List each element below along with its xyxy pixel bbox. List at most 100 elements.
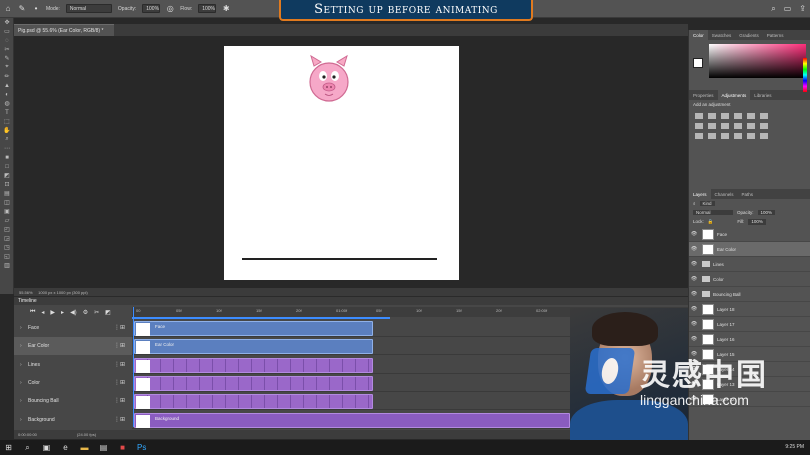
task-view-icon[interactable]: ▣	[42, 443, 51, 452]
home-icon[interactable]: ⌂	[4, 4, 12, 13]
track-options-icon[interactable]: ⋮⊞	[114, 342, 125, 349]
panel-tab-layers[interactable]: Layers	[689, 189, 711, 199]
adjustment-8-icon[interactable]	[721, 123, 729, 129]
layer-row[interactable]: 👁 Layer 18	[689, 302, 810, 317]
hue-slider[interactable]	[803, 58, 807, 92]
layer-row[interactable]: 👁 Layer 17	[689, 317, 810, 332]
brush-preset-icon[interactable]: •	[32, 4, 40, 13]
play-icon[interactable]: ▶	[50, 309, 55, 319]
expand-arrow-icon[interactable]: ›	[20, 417, 22, 423]
adjustment-13-icon[interactable]	[708, 133, 716, 139]
panel-tab-properties[interactable]: Properties	[689, 90, 718, 100]
adjustment-11-icon[interactable]	[760, 123, 768, 129]
expand-arrow-icon[interactable]: ›	[20, 380, 22, 386]
layer-row[interactable]: 👁 Ear Color	[689, 242, 810, 257]
tool-16-icon[interactable]: □	[0, 162, 14, 171]
adjustment-10-icon[interactable]	[747, 123, 755, 129]
store-icon[interactable]: ▤	[99, 443, 108, 452]
flow-field[interactable]: 100%	[198, 4, 217, 13]
tool-15-icon[interactable]: ■	[0, 153, 14, 162]
edge-icon[interactable]: e	[61, 443, 70, 452]
panel-tab-patterns[interactable]: Patterns	[763, 30, 788, 40]
tool-22-icon[interactable]: ▱	[0, 216, 14, 225]
document-tab[interactable]: Pig.psd @ 55.6% (Ear Color, RGB/8) *	[14, 24, 114, 36]
tool-6-icon[interactable]: ✏	[0, 72, 14, 81]
timeline-clip[interactable]	[134, 375, 373, 391]
first-frame-icon[interactable]: ⏮	[30, 309, 35, 319]
settings-gear-icon[interactable]: ⚙	[83, 309, 88, 319]
file-explorer-icon[interactable]: ▬	[80, 443, 89, 452]
tool-4-icon[interactable]: ✎	[0, 54, 14, 63]
mode-dropdown[interactable]: Normal	[65, 4, 112, 13]
visibility-eye-icon[interactable]: 👁	[689, 246, 699, 252]
visibility-eye-icon[interactable]: 👁	[689, 261, 699, 267]
tool-10-icon[interactable]: T	[0, 108, 14, 117]
tool-23-icon[interactable]: ◰	[0, 225, 14, 234]
adjustment-6-icon[interactable]	[695, 123, 703, 129]
tool-12-icon[interactable]: ✋	[0, 126, 14, 135]
layer-row[interactable]: 👁 Bouncing Ball	[689, 287, 810, 302]
opacity-field[interactable]: 100%	[142, 4, 161, 13]
track-options-icon[interactable]: ⋮⊞	[114, 361, 125, 368]
next-frame-icon[interactable]: ▸	[61, 309, 64, 319]
start-icon[interactable]: ⊞	[4, 443, 13, 452]
track-options-icon[interactable]: ⋮⊞	[114, 416, 125, 423]
adjustment-1-icon[interactable]	[708, 113, 716, 119]
track-options-icon[interactable]: ⋮⊞	[114, 324, 125, 331]
zoom-level[interactable]: 55.56%	[19, 290, 33, 295]
tool-8-icon[interactable]: ◐	[0, 90, 14, 99]
layer-fill-field[interactable]: 100%	[748, 219, 766, 225]
tool-7-icon[interactable]: ▲	[0, 81, 14, 90]
adjustment-16-icon[interactable]	[747, 133, 755, 139]
playhead[interactable]	[133, 307, 134, 427]
tool-20-icon[interactable]: ◫	[0, 198, 14, 207]
airbrush-icon[interactable]: ✱	[222, 4, 230, 13]
tool-26-icon[interactable]: ◱	[0, 252, 14, 261]
adjustment-7-icon[interactable]	[708, 123, 716, 129]
visibility-eye-icon[interactable]: 👁	[689, 231, 699, 237]
track-options-icon[interactable]: ⋮⊞	[114, 397, 125, 404]
panel-tab-adjustments[interactable]: Adjustments	[717, 90, 751, 100]
timeline-clip[interactable]: Background	[134, 412, 570, 428]
timeline-clip[interactable]: Ear Color	[134, 339, 373, 355]
layer-row[interactable]: 👁 Color	[689, 272, 810, 287]
workspace-icon[interactable]: ▭	[784, 4, 792, 14]
blend-mode-dropdown[interactable]: Normal	[693, 210, 733, 215]
search-icon[interactable]: ⌕	[23, 443, 32, 452]
tool-14-icon[interactable]: ⋯	[0, 144, 14, 153]
timeline-clip[interactable]	[134, 357, 373, 373]
track-header[interactable]: › Ear Color ⋮⊞	[14, 337, 132, 356]
visibility-eye-icon[interactable]: 👁	[689, 291, 699, 297]
layer-kind-filter[interactable]: Kind	[699, 201, 715, 206]
foreground-color-swatch[interactable]	[693, 58, 703, 68]
split-icon[interactable]: ✂	[94, 309, 99, 319]
layer-row[interactable]: 👁 Lines	[689, 257, 810, 272]
color-field[interactable]	[709, 44, 806, 78]
brush-tool-icon[interactable]: ✎	[18, 4, 26, 13]
search-icon[interactable]: ⌕	[771, 4, 775, 14]
panel-tab-paths[interactable]: Paths	[738, 189, 758, 199]
pressure-opacity-icon[interactable]: ◎	[166, 4, 174, 13]
adjustment-12-icon[interactable]	[695, 133, 703, 139]
track-header[interactable]: › Lines ⋮⊞	[14, 355, 132, 374]
timeline-clip[interactable]	[134, 394, 373, 410]
adjustment-2-icon[interactable]	[721, 113, 729, 119]
tool-21-icon[interactable]: ▣	[0, 207, 14, 216]
visibility-eye-icon[interactable]: 👁	[689, 336, 699, 342]
track-header[interactable]: › Color ⋮⊞	[14, 373, 132, 392]
track-header[interactable]: › Background ⋮⊞	[14, 410, 132, 429]
track-options-icon[interactable]: ⋮⊞	[114, 379, 125, 386]
tool-0-icon[interactable]: ✥	[0, 18, 14, 27]
tool-11-icon[interactable]: ⬚	[0, 117, 14, 126]
transition-icon[interactable]: ◩	[105, 309, 111, 319]
adjustment-17-icon[interactable]	[760, 133, 768, 139]
tool-1-icon[interactable]: ▭	[0, 27, 14, 36]
layer-row[interactable]: 👁 Face	[689, 227, 810, 242]
adjustment-4-icon[interactable]	[747, 113, 755, 119]
expand-arrow-icon[interactable]: ›	[20, 398, 22, 404]
adjustment-5-icon[interactable]	[760, 113, 768, 119]
expand-arrow-icon[interactable]: ›	[20, 325, 22, 331]
visibility-eye-icon[interactable]: 👁	[689, 276, 699, 282]
tool-19-icon[interactable]: ▤	[0, 189, 14, 198]
tool-2-icon[interactable]: ◌	[0, 36, 14, 45]
